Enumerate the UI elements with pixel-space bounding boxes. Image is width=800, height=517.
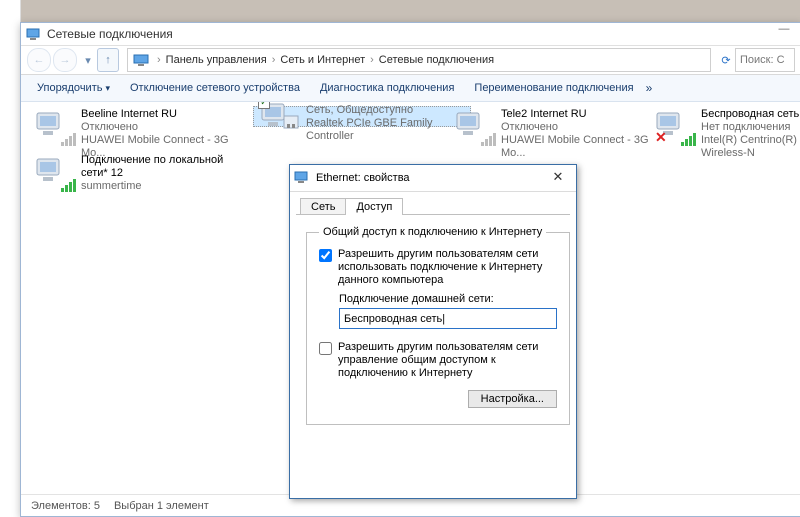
refresh-icon[interactable]: ⟳: [719, 54, 733, 67]
ics-group: Общий доступ к подключению к Интернету Р…: [306, 226, 570, 425]
breadcrumb-seg[interactable]: Сетевые подключения: [377, 54, 496, 66]
tabstrip: Сеть Доступ: [290, 192, 576, 215]
history-dropdown-icon[interactable]: ▾: [81, 54, 95, 67]
connection-item-selected[interactable]: ✓ Ethernet Сеть, Общедоступно Realtek PC…: [253, 106, 471, 127]
breadcrumb[interactable]: › Панель управления › Сеть и Интернет › …: [127, 48, 711, 72]
modem-icon: [33, 106, 77, 146]
minimize-button[interactable]: —: [767, 23, 800, 41]
ethernet-icon: ✓: [258, 102, 302, 137]
dialog-title: Ethernet: свойства: [316, 172, 544, 184]
tab-access[interactable]: Доступ: [345, 198, 403, 215]
diagnose-button[interactable]: Диагностика подключения: [310, 78, 464, 98]
wifi-off-icon: ✕: [653, 106, 697, 146]
more-commands[interactable]: »: [646, 81, 653, 95]
ethernet-icon: [294, 170, 310, 186]
wifi-icon: [33, 152, 77, 192]
disable-device-button[interactable]: Отключение сетевого устройства: [120, 78, 310, 98]
tab-network[interactable]: Сеть: [300, 198, 346, 215]
modem-icon: [453, 106, 497, 146]
allow-control-label: Разрешить другим пользователям сети упра…: [338, 341, 557, 380]
rename-button[interactable]: Переименование подключения: [464, 78, 643, 98]
breadcrumb-seg[interactable]: Панель управления: [164, 54, 269, 66]
allow-control-checkbox[interactable]: [319, 342, 332, 355]
search-input[interactable]: Поиск: С: [735, 48, 795, 72]
network-icon: [25, 26, 41, 42]
close-button[interactable]: ✕: [544, 169, 572, 187]
item-count: Элементов: 5: [31, 500, 100, 512]
command-bar: Упорядочить Отключение сетевого устройст…: [21, 75, 800, 102]
back-button[interactable]: ←: [27, 48, 51, 72]
network-icon: [132, 51, 150, 69]
connection-item[interactable]: ✕ Беспроводная сеть Нет подключения Inte…: [653, 106, 800, 162]
homenet-select[interactable]: Беспроводная сеть|: [339, 308, 557, 329]
organize-button[interactable]: Упорядочить: [27, 78, 120, 98]
group-title: Общий доступ к подключению к Интернету: [319, 226, 546, 238]
connection-item[interactable]: Tele2 Internet RU Отключено HUAWEI Mobil…: [453, 106, 653, 162]
selection-count: Выбран 1 элемент: [114, 500, 209, 512]
error-x-icon: ✕: [655, 129, 667, 146]
window-title: Сетевые подключения: [47, 27, 173, 41]
settings-button[interactable]: Настройка...: [468, 390, 557, 408]
dialog-titlebar: Ethernet: свойства ✕: [290, 165, 576, 192]
allow-sharing-checkbox[interactable]: [319, 249, 332, 262]
forward-button[interactable]: →: [53, 48, 77, 72]
up-button[interactable]: ↑: [97, 48, 119, 72]
titlebar: Сетевые подключения: [21, 23, 800, 46]
allow-sharing-label: Разрешить другим пользователям сети испо…: [338, 248, 557, 287]
window-controls: —: [767, 23, 800, 41]
connection-item[interactable]: Подключение по локальной сети* 12 summer…: [33, 152, 233, 195]
dialog-body: Общий доступ к подключению к Интернету Р…: [290, 216, 576, 435]
homenet-label: Подключение домашней сети:: [339, 293, 557, 305]
properties-dialog: Ethernet: свойства ✕ Сеть Доступ Общий д…: [289, 164, 577, 499]
breadcrumb-seg[interactable]: Сеть и Интернет: [278, 54, 367, 66]
address-bar: ← → ▾ ↑ › Панель управления › Сеть и Инт…: [21, 46, 800, 75]
